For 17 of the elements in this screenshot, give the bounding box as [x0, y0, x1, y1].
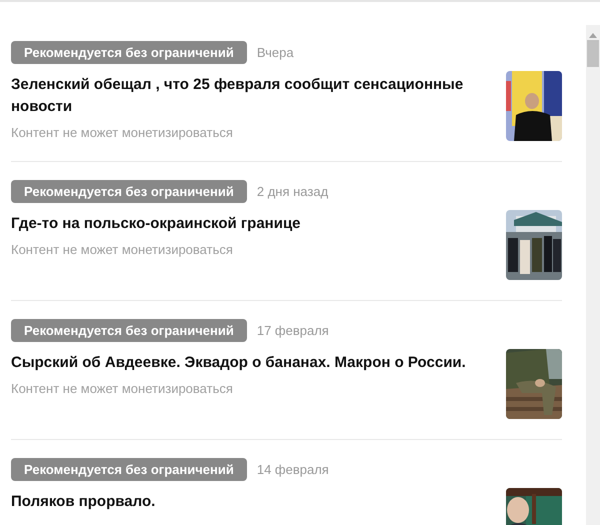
monetization-note: Контент не может монетизироваться: [11, 242, 234, 257]
date-label: 17 февраля: [256, 323, 329, 338]
monetization-note: Контент не может монетизироваться: [11, 381, 234, 396]
article-title[interactable]: Где-то на польско-окраинской границе: [11, 213, 490, 235]
recommendation-badge: Рекомендуется без ограничений: [11, 180, 247, 203]
date-label: Вчера: [256, 45, 294, 60]
scroll-up-icon[interactable]: [589, 33, 597, 38]
article-title[interactable]: Зеленский обещал , что 25 февраля сообщит сенсационные новости: [11, 74, 490, 118]
recommendation-badge: Рекомендуется без ограничений: [11, 458, 247, 481]
date-label: 2 дня назад: [256, 184, 328, 199]
recommendation-badge: Рекомендуется без ограничений: [11, 319, 247, 342]
date-label: 14 февраля: [256, 462, 329, 477]
recommendation-badge: Рекомендуется без ограничений: [11, 41, 247, 64]
monetization-note: Контент не может монетизироваться: [11, 125, 234, 140]
scrollbar-thumb[interactable]: [587, 40, 599, 67]
article-title[interactable]: Сырский об Авдеевке. Эквадор о бананах. Макрон о России.: [11, 352, 490, 374]
article-title[interactable]: Поляков прорвало.: [11, 491, 490, 513]
